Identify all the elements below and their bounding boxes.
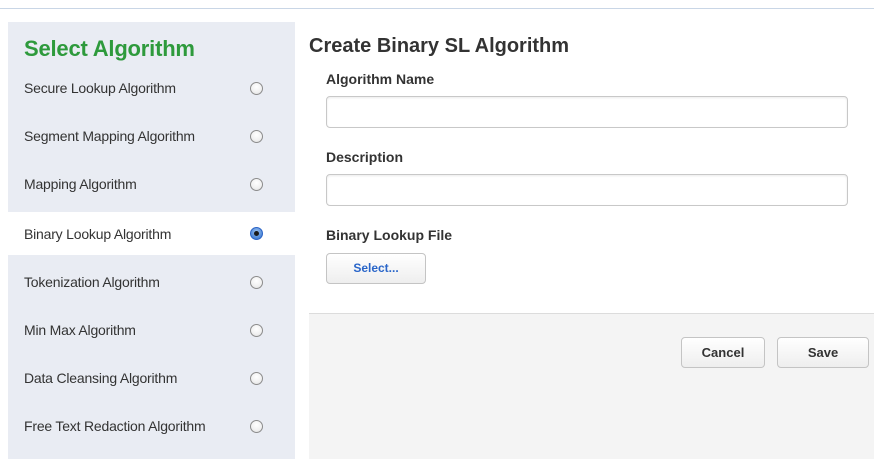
radio-button[interactable] [250,81,263,95]
description-label: Description [326,149,404,165]
algorithm-name-input[interactable] [326,96,848,128]
radio-button[interactable] [250,323,263,337]
select-file-button[interactable]: Select... [326,253,426,284]
algorithm-option-data-cleansing[interactable]: Data Cleansing Algorithm [8,358,295,398]
radio-button[interactable] [250,275,263,289]
algorithm-option-label: Binary Lookup Algorithm [24,225,172,242]
algorithm-option-label: Mapping Algorithm [24,176,137,192]
sidebar-title: Select Algorithm [24,36,195,61]
radio-button[interactable] [250,371,263,385]
binary-lookup-file-label: Binary Lookup File [326,227,453,243]
save-button[interactable]: Save [777,337,869,368]
form-footer: Cancel Save [309,313,874,459]
algorithm-option-label: Free Text Redaction Algorithm [24,418,206,434]
algorithm-option-label: Data Cleansing Algorithm [24,370,178,386]
algorithm-name-label: Algorithm Name [326,71,435,87]
algorithm-option-binary-lookup[interactable]: Binary Lookup Algorithm [8,212,295,255]
algorithm-option-free-text-redaction[interactable]: Free Text Redaction Algorithm [8,406,295,446]
algorithm-option-segment-mapping[interactable]: Segment Mapping Algorithm [8,116,295,156]
radio-button[interactable] [250,177,263,191]
algorithm-option-label: Min Max Algorithm [24,322,136,338]
radio-button[interactable] [250,129,263,143]
radio-button-checked[interactable] [250,227,263,240]
algorithm-option-label: Secure Lookup Algorithm [24,80,176,96]
radio-button[interactable] [250,419,263,433]
cancel-button[interactable]: Cancel [681,337,765,368]
algorithm-option-mapping[interactable]: Mapping Algorithm [8,164,295,204]
algorithm-sidebar: Select Algorithm Secure Lookup Algorithm… [8,22,295,459]
create-algorithm-panel: Create Binary SL Algorithm Algorithm Nam… [295,22,874,459]
algorithm-option-secure-lookup[interactable]: Secure Lookup Algorithm [8,68,295,108]
algorithm-option-label: Tokenization Algorithm [24,274,160,290]
algorithm-option-min-max[interactable]: Min Max Algorithm [8,310,295,350]
page-title: Create Binary SL Algorithm [309,35,570,57]
algorithm-option-label: Segment Mapping Algorithm [24,128,195,144]
description-input[interactable] [326,174,848,206]
algorithm-option-tokenization[interactable]: Tokenization Algorithm [8,262,295,302]
top-divider [0,8,874,9]
